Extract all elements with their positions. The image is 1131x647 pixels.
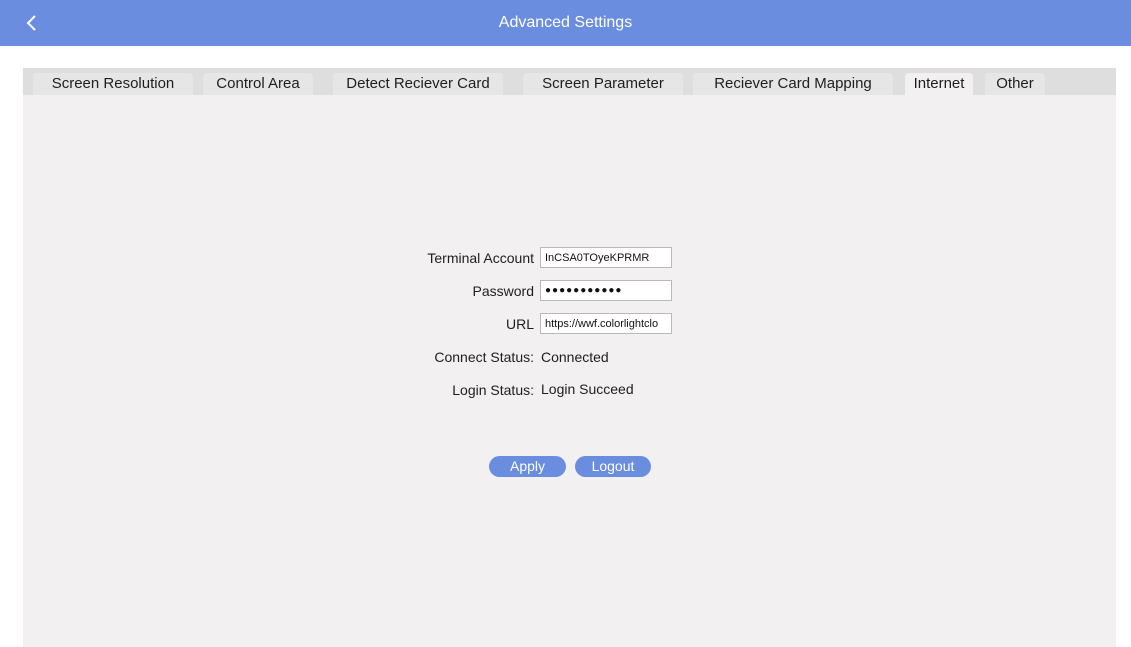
login-status-value: Login Succeed	[541, 381, 634, 397]
tab-reciever-card-mapping[interactable]: Reciever Card Mapping	[693, 73, 893, 95]
terminal-account-input[interactable]	[540, 247, 672, 268]
tab-internet[interactable]: Internet	[905, 73, 973, 95]
apply-button[interactable]: Apply	[489, 456, 566, 477]
internet-settings-panel: Terminal Account Password ●●●●●●●●●●● UR…	[23, 95, 1116, 647]
connect-status-label: Connect Status:	[434, 349, 534, 365]
login-status-label: Login Status:	[452, 382, 534, 398]
tab-other[interactable]: Other	[985, 73, 1045, 95]
password-label: Password	[472, 283, 534, 299]
title-bar: Advanced Settings	[0, 0, 1131, 46]
tab-bar: Screen Resolution Control Area Detect Re…	[23, 68, 1116, 95]
terminal-account-label: Terminal Account	[427, 250, 534, 266]
url-input[interactable]	[540, 313, 672, 334]
connect-status-value: Connected	[541, 349, 609, 365]
tab-control-area[interactable]: Control Area	[203, 73, 313, 95]
tab-screen-parameter[interactable]: Screen Parameter	[523, 73, 683, 95]
tab-detect-reciever-card[interactable]: Detect Reciever Card	[333, 73, 503, 95]
page-title: Advanced Settings	[498, 14, 633, 31]
logout-button[interactable]: Logout	[575, 456, 651, 477]
tab-screen-resolution[interactable]: Screen Resolution	[33, 73, 193, 95]
password-input[interactable]: ●●●●●●●●●●●	[540, 280, 672, 301]
url-label: URL	[505, 316, 534, 332]
